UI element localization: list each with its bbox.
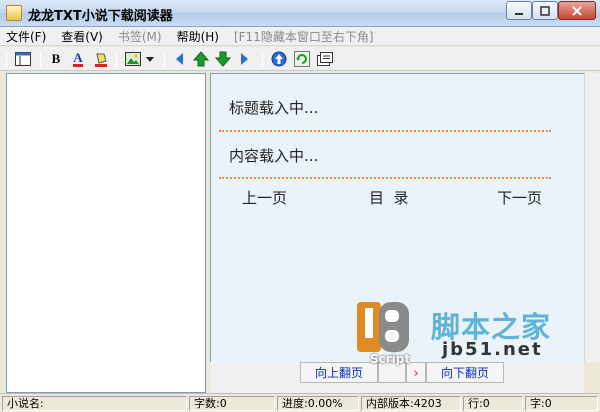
refresh-icon <box>294 51 310 67</box>
watermark-site-url: jb51.net <box>442 339 543 360</box>
status-bar: 小说名: 字数:0 进度:0.00% 内部版本:4203 行:0 字:0 <box>0 393 600 412</box>
toolbar-separator <box>116 51 117 67</box>
app-icon <box>6 5 22 21</box>
menu-view[interactable]: 查看(V) <box>61 28 103 45</box>
title-bar: 龙龙TXT小说下载阅读器 <box>0 0 600 27</box>
close-button[interactable] <box>558 1 596 20</box>
chapter-content: 内容载入中... <box>229 147 319 165</box>
font-color-icon: A <box>73 49 83 67</box>
refresh-button[interactable] <box>293 50 311 68</box>
background-color-button[interactable] <box>92 50 110 68</box>
status-char: 字:0 <box>525 396 598 411</box>
chapter-list-panel[interactable] <box>6 73 206 393</box>
chevron-down-icon <box>146 57 154 62</box>
menu-bookmark[interactable]: 书签(M) <box>118 28 162 45</box>
status-line: 行:0 <box>463 396 523 411</box>
menu-file[interactable]: 文件(F) <box>6 28 46 45</box>
menu-bar: 文件(F) 查看(V) 书签(M) 帮助(H) [F11隐藏本窗口至右下角] <box>0 27 600 46</box>
page-up-button[interactable]: 向上翻页 <box>300 362 378 383</box>
next-button[interactable] <box>236 50 254 68</box>
arrow-left-icon <box>176 53 183 65</box>
status-novel-name: 小说名: <box>2 396 187 411</box>
bold-button[interactable]: B <box>47 50 65 68</box>
toolbar-separator <box>164 51 165 67</box>
dotted-separator <box>219 177 551 179</box>
arrow-down-icon <box>215 51 231 67</box>
prev-page-link[interactable]: 上一页 <box>242 187 287 208</box>
document-icon <box>317 52 333 66</box>
document-button[interactable] <box>316 50 334 68</box>
toolbar-separator <box>40 51 41 67</box>
chapter-title: 标题载入中... <box>229 99 319 117</box>
font-color-button[interactable]: A <box>69 50 87 68</box>
next-page-link[interactable]: 下一页 <box>497 187 542 208</box>
watermark-logo-icon <box>357 302 409 352</box>
window-title: 龙龙TXT小说下载阅读器 <box>28 9 173 24</box>
minimize-icon <box>515 12 523 15</box>
maximize-button[interactable] <box>532 1 558 20</box>
status-progress: 进度:0.00% <box>277 396 359 411</box>
menu-hide-hint[interactable]: [F11隐藏本窗口至右下角] <box>234 28 374 45</box>
panel-layout-icon <box>15 52 31 66</box>
previous-button[interactable] <box>170 50 188 68</box>
page-button-bar: 向上翻页 › 向下翻页 <box>210 362 584 393</box>
bold-icon: B <box>51 51 61 66</box>
maximize-icon <box>540 5 550 16</box>
minimize-button[interactable] <box>506 1 532 20</box>
vertical-scrollbar[interactable] <box>584 73 600 362</box>
paint-bucket-icon <box>95 53 107 67</box>
toolbar-separator <box>262 51 263 67</box>
arrow-up-icon <box>193 51 209 67</box>
arrow-right-icon <box>241 53 248 65</box>
background-image-button[interactable] <box>124 50 142 68</box>
web-button[interactable] <box>270 50 288 68</box>
watermark-script-label: Script <box>370 352 411 366</box>
toolbar: B A <box>0 47 600 71</box>
toolbar-separator <box>6 51 7 67</box>
picture-icon <box>125 52 141 66</box>
page-down-button[interactable]: 向下翻页 <box>426 362 504 383</box>
dotted-separator <box>219 130 551 132</box>
menu-help[interactable]: 帮助(H) <box>177 28 219 45</box>
toc-link[interactable]: 目 录 <box>369 187 409 208</box>
status-version: 内部版本:4203 <box>361 396 461 411</box>
close-icon <box>572 5 582 16</box>
status-word-count: 字数:0 <box>189 396 275 411</box>
scroll-down-button[interactable] <box>214 50 232 68</box>
arrow-right-icon: › <box>413 365 419 380</box>
background-dropdown-button[interactable] <box>144 50 156 68</box>
globe-arrow-icon <box>271 51 287 67</box>
toggle-panel-button[interactable] <box>14 50 32 68</box>
scroll-up-button[interactable] <box>192 50 210 68</box>
